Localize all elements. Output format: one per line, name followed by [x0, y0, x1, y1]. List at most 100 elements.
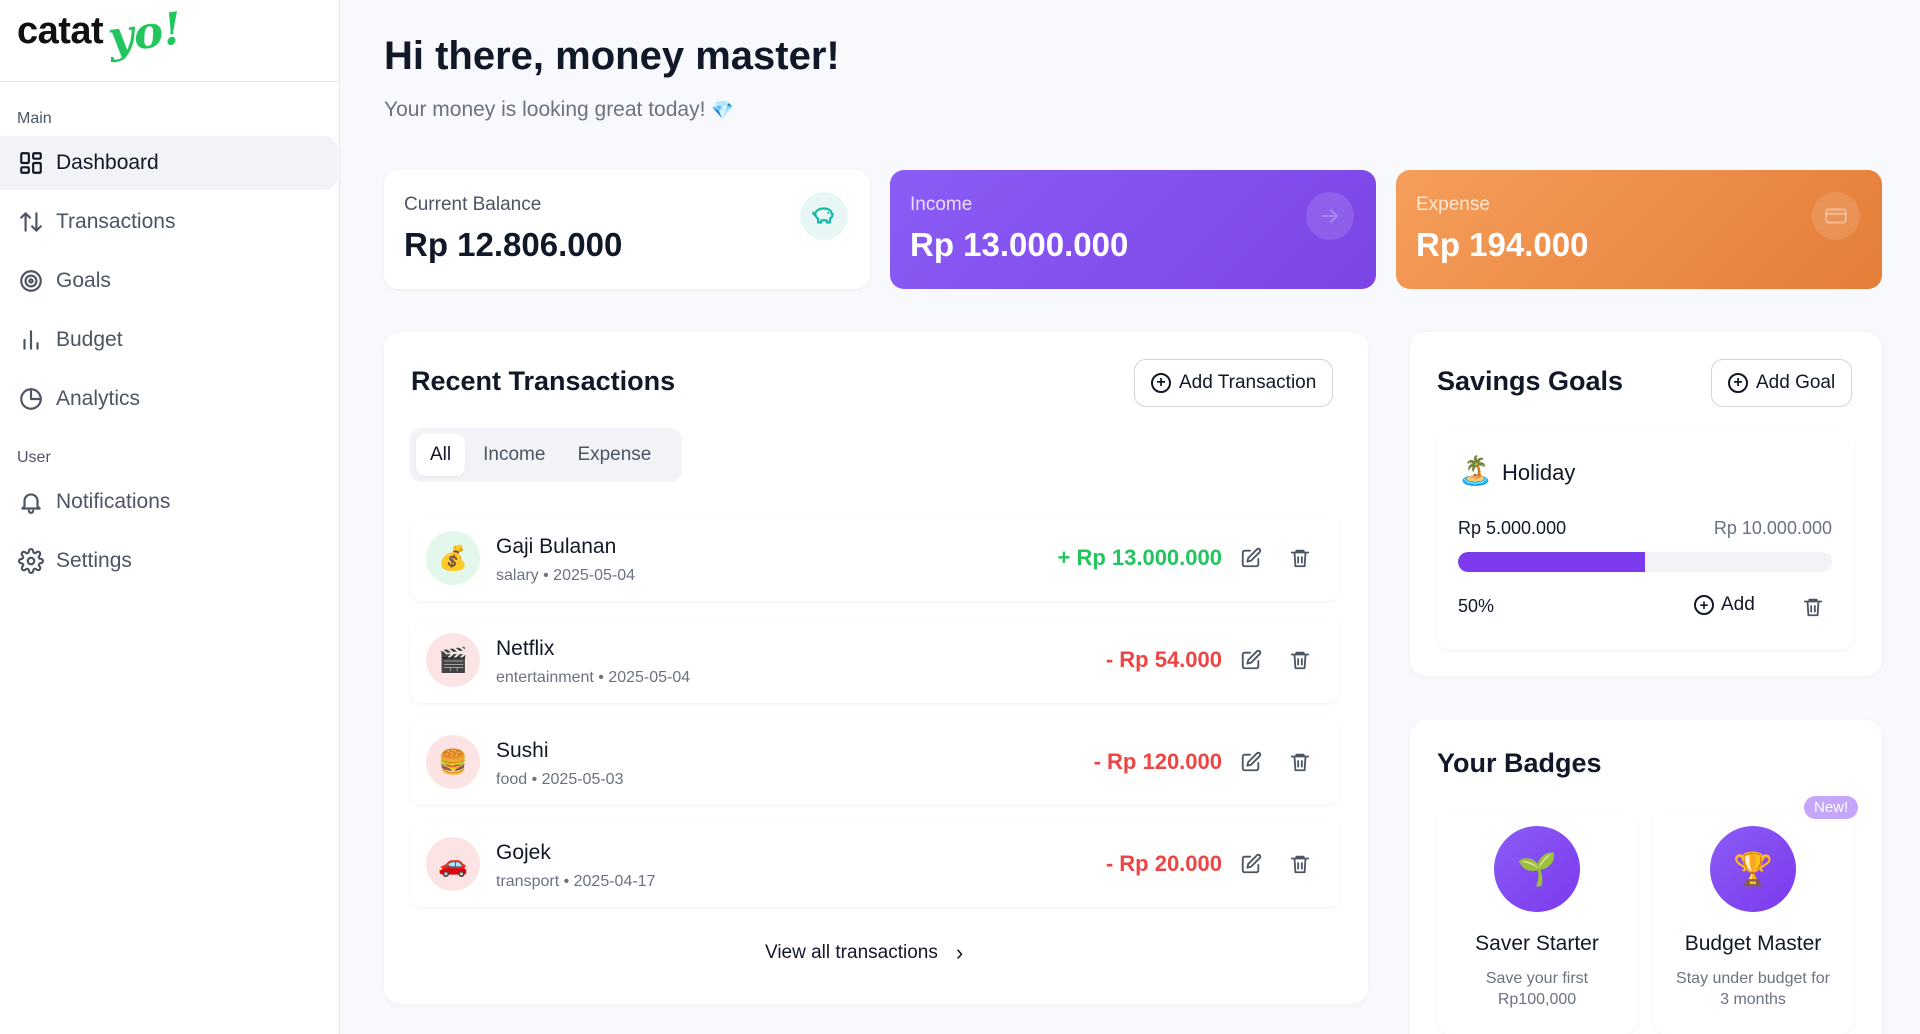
tab-expense[interactable]: Expense: [563, 434, 665, 476]
nav-section-user: User: [17, 449, 51, 466]
balance-value: Rp 12.806.000: [404, 226, 623, 263]
tab-all[interactable]: All: [416, 434, 466, 476]
gear-icon: [18, 548, 44, 574]
transaction-amount: - Rp 54.000: [1105, 647, 1222, 672]
edit-icon[interactable]: [1238, 647, 1264, 673]
dashboard-grid-icon: [18, 150, 44, 176]
badge-name: Budget Master: [1684, 932, 1822, 955]
view-all-transactions-link[interactable]: View all transactions ›: [765, 940, 963, 966]
pie-chart-icon: [18, 386, 44, 412]
logo-accent: yo!: [104, 3, 186, 64]
logo-text: catat: [17, 10, 104, 52]
transaction-row[interactable]: 🎬 Netflix entertainment • 2025-05-04 - R…: [410, 617, 1340, 703]
badge-name: Saver Starter: [1475, 932, 1599, 955]
sidebar-item-label: Budget: [56, 328, 123, 351]
income-label: Income: [910, 194, 973, 215]
transaction-row[interactable]: 💰 Gaji Bulanan salary • 2025-05-04 + Rp …: [410, 515, 1340, 601]
expense-value: Rp 194.000: [1416, 226, 1589, 263]
transaction-meta: entertainment • 2025-05-04: [496, 669, 691, 686]
transaction-row[interactable]: 🍔 Sushi food • 2025-05-03 - Rp 120.000: [410, 719, 1340, 805]
target-icon: [18, 268, 44, 294]
money-bag-icon: 💰: [426, 531, 480, 585]
badge-description: Save your first Rp100,000: [1485, 970, 1589, 1008]
credit-card-icon: [1812, 192, 1860, 240]
transaction-name: Sushi: [496, 739, 549, 762]
edit-icon[interactable]: [1238, 851, 1264, 877]
piggy-bank-icon: [800, 192, 848, 240]
income-card: Income Rp 13.000.000: [890, 170, 1376, 289]
sidebar-item-settings[interactable]: Settings: [0, 534, 338, 588]
savings-goals-title: Savings Goals: [1437, 366, 1624, 396]
transaction-amount: - Rp 20.000: [1105, 851, 1222, 876]
transaction-filter-tabs: All Income Expense: [410, 428, 682, 482]
goal-current-amount: Rp 5.000.000: [1458, 518, 1567, 538]
transaction-name: Netflix: [496, 637, 555, 660]
goal-progress-bar: [1458, 552, 1832, 572]
sidebar-item-dashboard[interactable]: Dashboard: [0, 136, 338, 190]
add-goal-label: Add Goal: [1756, 372, 1836, 393]
badge-card[interactable]: 🌱 Saver Starter Save your first Rp100,00…: [1436, 810, 1638, 1034]
clapperboard-icon: 🎬: [426, 633, 480, 687]
sidebar: catat yo! Main Dashboard Transactions Go…: [0, 0, 340, 1034]
plus-circle-icon: +: [1694, 595, 1714, 615]
goal-name: Holiday: [1502, 460, 1576, 485]
sidebar-item-label: Dashboard: [56, 151, 159, 174]
trash-icon[interactable]: [1802, 596, 1824, 623]
recent-transactions-title: Recent Transactions: [411, 366, 676, 396]
new-badge-pill: New!: [1804, 796, 1859, 819]
page-title: Hi there, money master!: [384, 34, 840, 78]
island-icon: 🏝️: [1458, 455, 1493, 486]
sidebar-item-notifications[interactable]: Notifications: [0, 475, 338, 529]
trophy-icon: 🏆: [1710, 826, 1796, 912]
sidebar-item-budget[interactable]: Budget: [0, 313, 338, 367]
transaction-amount: + Rp 13.000.000: [1057, 545, 1222, 570]
balance-card: Current Balance Rp 12.806.000: [384, 170, 870, 289]
sidebar-item-label: Analytics: [56, 387, 141, 410]
trash-icon[interactable]: [1287, 749, 1313, 775]
chevron-right-icon: ›: [955, 940, 964, 965]
transaction-name: Gojek: [496, 841, 551, 864]
car-icon: 🚗: [426, 837, 480, 891]
add-goal-button[interactable]: + Add Goal: [1711, 359, 1853, 407]
income-value: Rp 13.000.000: [910, 226, 1129, 263]
sidebar-item-label: Transactions: [56, 210, 176, 233]
trash-icon[interactable]: [1287, 647, 1313, 673]
sidebar-item-analytics[interactable]: Analytics: [0, 372, 338, 426]
sidebar-item-transactions[interactable]: Transactions: [0, 195, 338, 249]
edit-icon[interactable]: [1238, 749, 1264, 775]
goal-add-label: Add: [1721, 594, 1755, 615]
nav-section-main: Main: [17, 110, 52, 127]
sidebar-item-label: Goals: [56, 269, 111, 292]
badges-title: Your Badges: [1437, 748, 1602, 778]
edit-icon[interactable]: [1238, 545, 1264, 571]
add-transaction-button[interactable]: + Add Transaction: [1134, 359, 1334, 407]
transaction-meta: transport • 2025-04-17: [496, 873, 656, 890]
sidebar-item-goals[interactable]: Goals: [0, 254, 338, 308]
sidebar-item-label: Notifications: [56, 490, 171, 513]
burger-icon: 🍔: [426, 735, 480, 789]
view-all-label: View all transactions: [765, 942, 938, 963]
goal-progress-fill: [1458, 552, 1645, 572]
badge-card[interactable]: 🏆 Budget Master Stay under budget for 3 …: [1652, 810, 1854, 1034]
arrow-icon: [1306, 192, 1354, 240]
goal-add-button[interactable]: + Add: [1694, 594, 1755, 616]
expense-label: Expense: [1416, 194, 1490, 215]
transaction-amount: - Rp 120.000: [1093, 749, 1222, 774]
arrows-updown-icon: [18, 209, 44, 235]
gem-icon: 💎: [711, 100, 734, 120]
plus-circle-icon: +: [1151, 373, 1171, 393]
transaction-meta: salary • 2025-05-04: [496, 567, 636, 584]
subtitle-text: Your money is looking great today!: [384, 98, 706, 121]
logo[interactable]: catat yo!: [0, 0, 339, 82]
expense-card: Expense Rp 194.000: [1396, 170, 1882, 289]
bell-icon: [18, 489, 44, 515]
transaction-meta: food • 2025-05-03: [496, 771, 624, 788]
trash-icon[interactable]: [1287, 545, 1313, 571]
transaction-row[interactable]: 🚗 Gojek transport • 2025-04-17 - Rp 20.0…: [410, 821, 1340, 907]
plus-circle-icon: +: [1728, 373, 1748, 393]
goal-percent: 50%: [1458, 596, 1495, 616]
page-subtitle: Your money is looking great today! 💎: [384, 98, 734, 122]
trash-icon[interactable]: [1287, 851, 1313, 877]
sidebar-item-label: Settings: [56, 549, 132, 572]
tab-income[interactable]: Income: [469, 434, 559, 476]
